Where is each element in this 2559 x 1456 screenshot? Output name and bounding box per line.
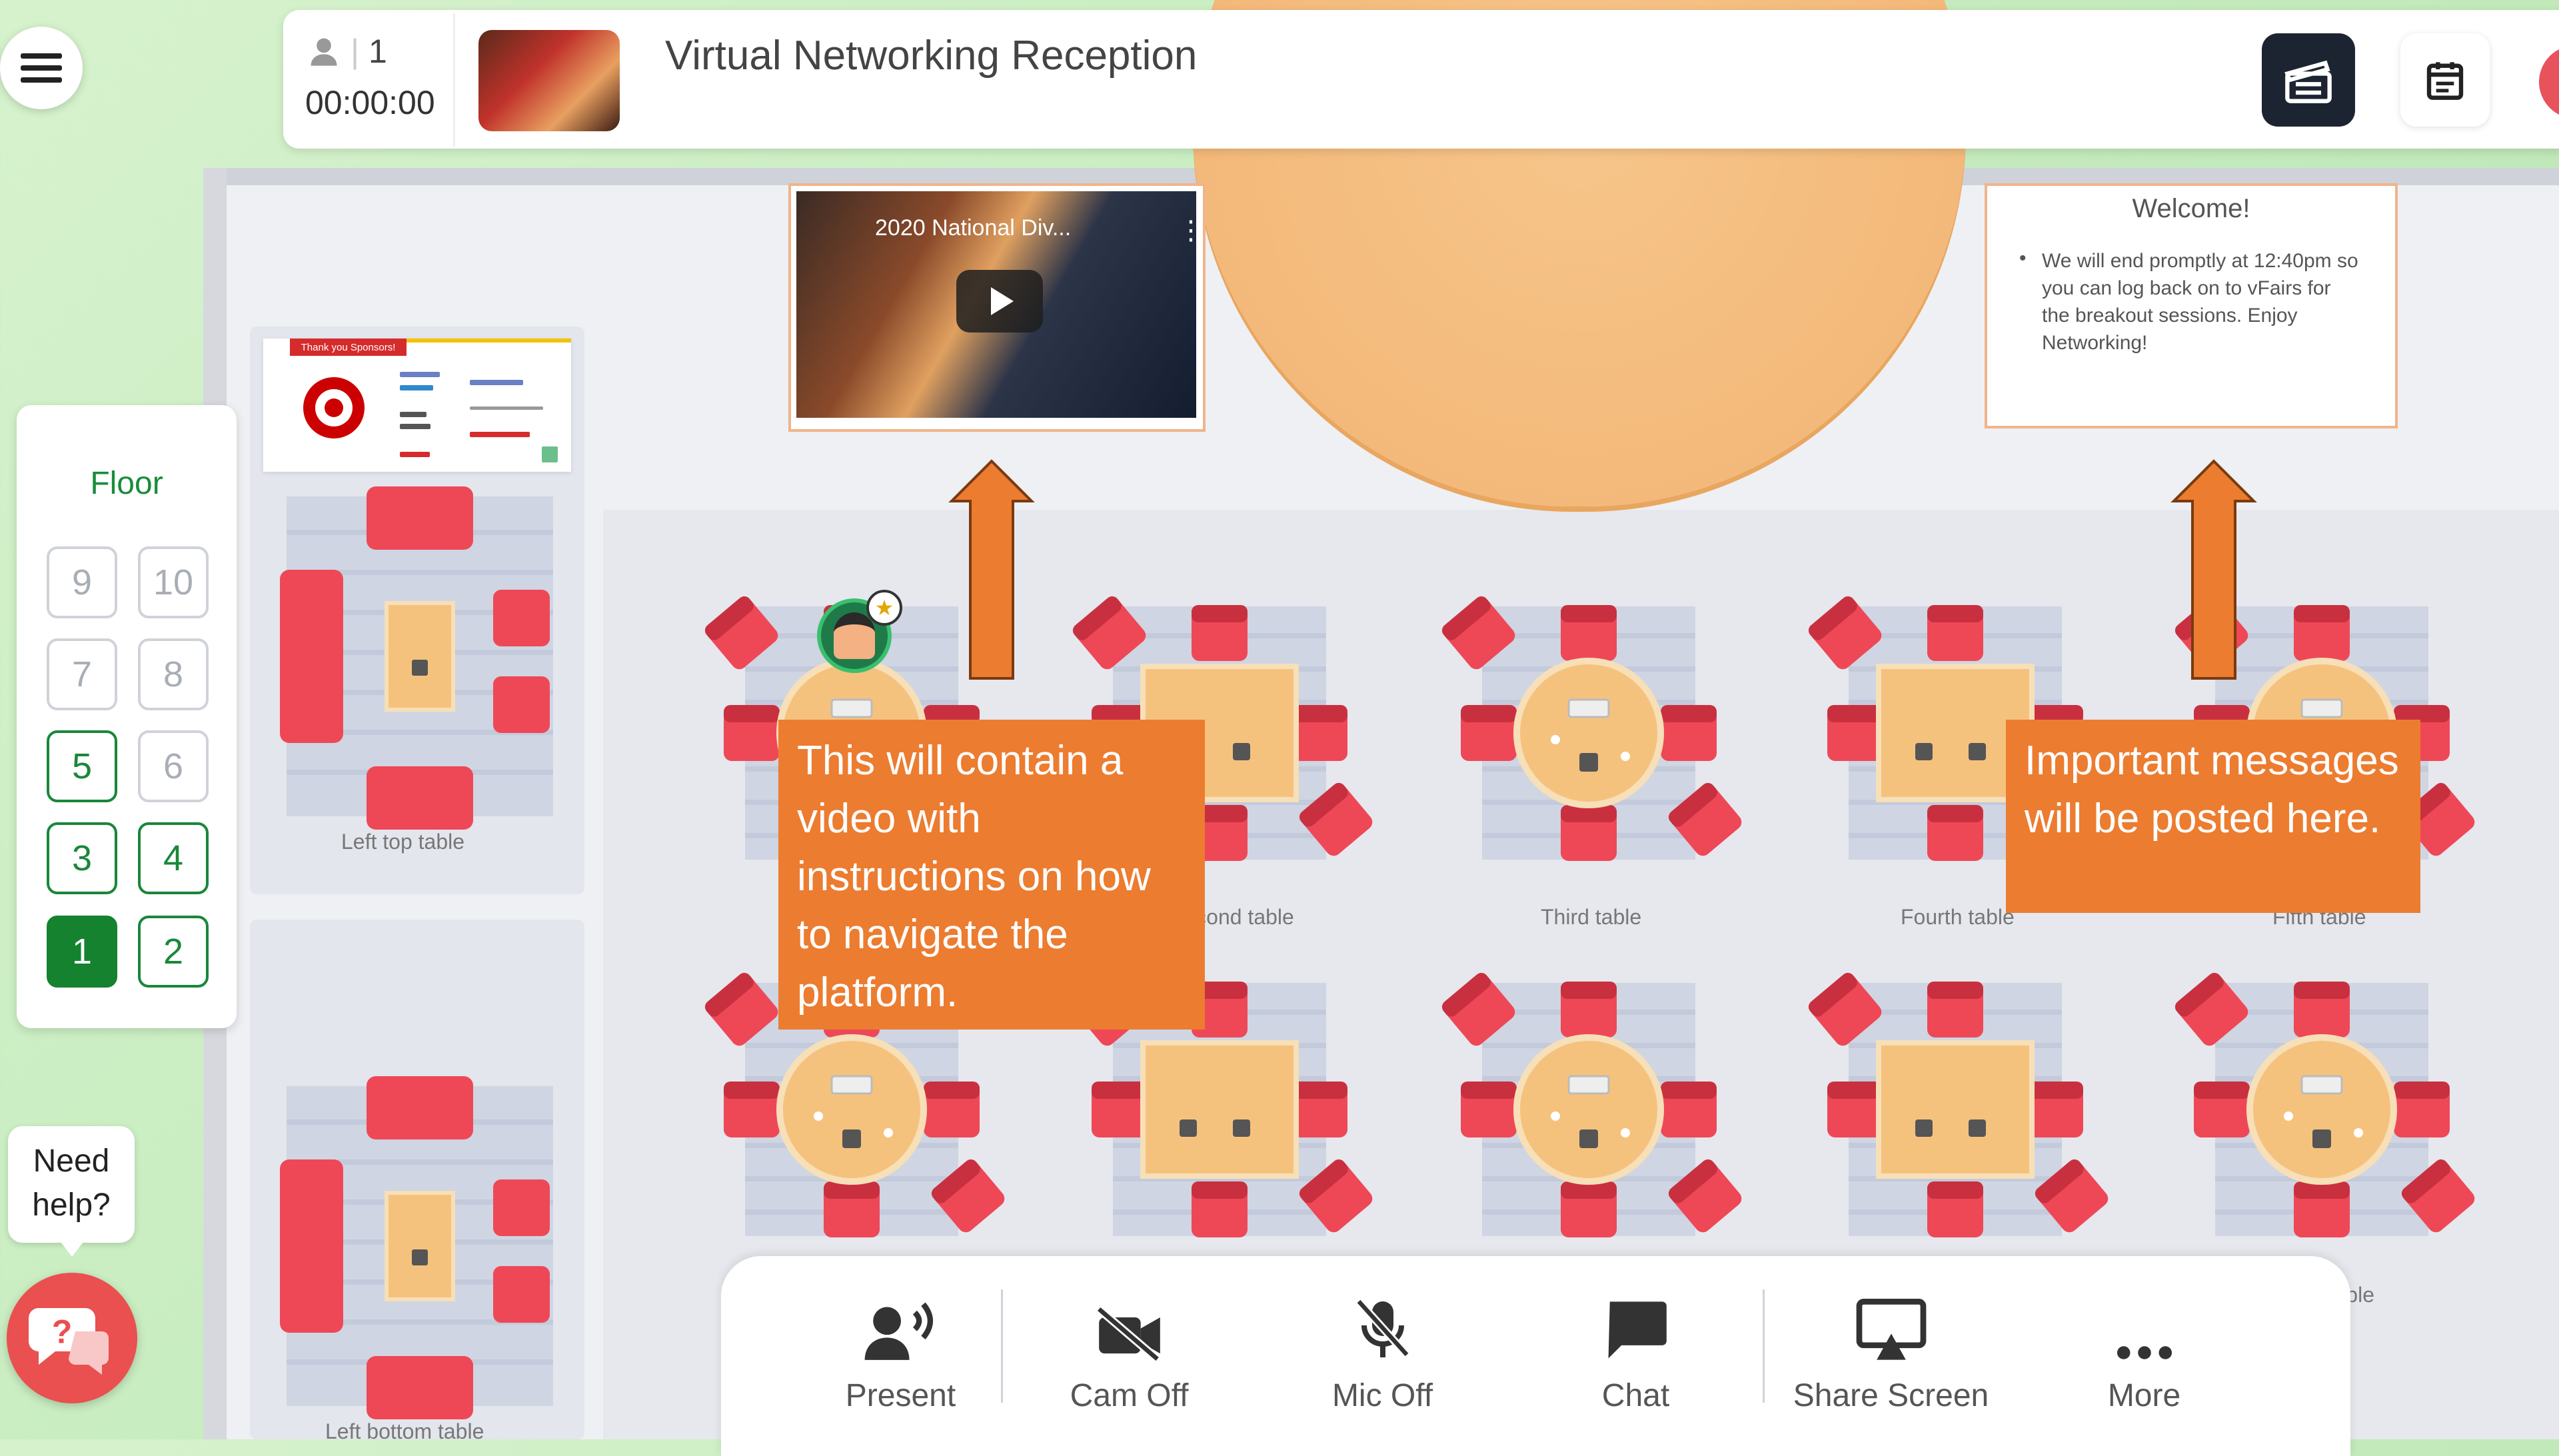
chat-icon xyxy=(1608,1301,1667,1359)
room-title: Virtual Networking Reception xyxy=(665,33,1198,79)
share-screen-button[interactable]: Share Screen xyxy=(1765,1289,2018,1423)
floor-title: Floor xyxy=(90,466,163,501)
user-icon xyxy=(311,38,337,66)
present-button[interactable]: Present xyxy=(801,1289,1001,1423)
floor-3-button[interactable]: 3 xyxy=(47,822,117,894)
mic-off-button[interactable]: Mic Off xyxy=(1256,1289,1509,1423)
present-icon xyxy=(864,1302,933,1360)
help-text: Need help? xyxy=(32,1143,111,1223)
floor-5-button[interactable]: 5 xyxy=(47,730,117,802)
floor-8-button[interactable]: 8 xyxy=(138,638,209,710)
room-thumbnail xyxy=(478,30,620,131)
floor-10-button[interactable]: 10 xyxy=(138,546,209,618)
mic-off-label: Mic Off xyxy=(1331,1378,1433,1413)
mic-off-icon xyxy=(1355,1299,1409,1358)
cam-off-label: Cam Off xyxy=(1070,1378,1189,1413)
floor-4-button[interactable]: 4 xyxy=(138,822,209,894)
viewer-counter: | 1 xyxy=(307,32,387,71)
floor-9-button[interactable]: 9 xyxy=(47,546,117,618)
chat-label: Chat xyxy=(1601,1378,1670,1413)
chat-button[interactable]: Chat xyxy=(1509,1289,1763,1423)
menu-button[interactable] xyxy=(0,27,83,109)
floor-7-button[interactable]: 7 xyxy=(47,638,117,710)
callout-video-instructions: This will contain a video with instructi… xyxy=(778,720,1205,1030)
clapperboard-button[interactable] xyxy=(2262,33,2355,127)
arrow-up-icon xyxy=(948,459,1035,680)
help-chat-icon: ? xyxy=(29,1308,109,1375)
present-label: Present xyxy=(845,1378,956,1413)
table-label-third: Third table xyxy=(1541,905,1642,929)
clapperboard-icon xyxy=(2284,60,2332,103)
divider xyxy=(453,13,455,147)
share-screen-label: Share Screen xyxy=(1793,1378,1989,1413)
hamburger-icon xyxy=(21,53,62,83)
more-button[interactable]: More xyxy=(2018,1289,2271,1423)
agenda-button[interactable] xyxy=(2400,33,2490,127)
floor-2-button[interactable]: 2 xyxy=(138,916,209,988)
camera-off-icon xyxy=(1096,1305,1160,1363)
help-button[interactable]: ? xyxy=(7,1273,137,1403)
table-label-left-top: Left top table xyxy=(341,830,465,854)
top-bar xyxy=(283,10,2559,149)
viewer-count: 1 xyxy=(369,33,387,70)
star-icon: ★ xyxy=(866,590,902,626)
table-label-left-bottom: Left bottom table xyxy=(325,1419,484,1443)
more-label: More xyxy=(2107,1378,2181,1413)
session-timer: 00:00:00 xyxy=(305,84,435,121)
help-tooltip-tail xyxy=(59,1239,85,1257)
floor-1-button[interactable]: 1 xyxy=(47,916,117,988)
more-icon xyxy=(2117,1346,2172,1359)
cam-off-button[interactable]: Cam Off xyxy=(1003,1289,1256,1423)
floor-6-button[interactable]: 6 xyxy=(138,730,209,802)
table-label-fourth: Fourth table xyxy=(1901,905,2015,929)
svg-text:?: ? xyxy=(52,1313,73,1351)
callout-important-messages: Important messages will be posted here. xyxy=(2006,720,2420,913)
calendar-icon xyxy=(2426,62,2464,100)
share-screen-icon xyxy=(1856,1299,1926,1360)
